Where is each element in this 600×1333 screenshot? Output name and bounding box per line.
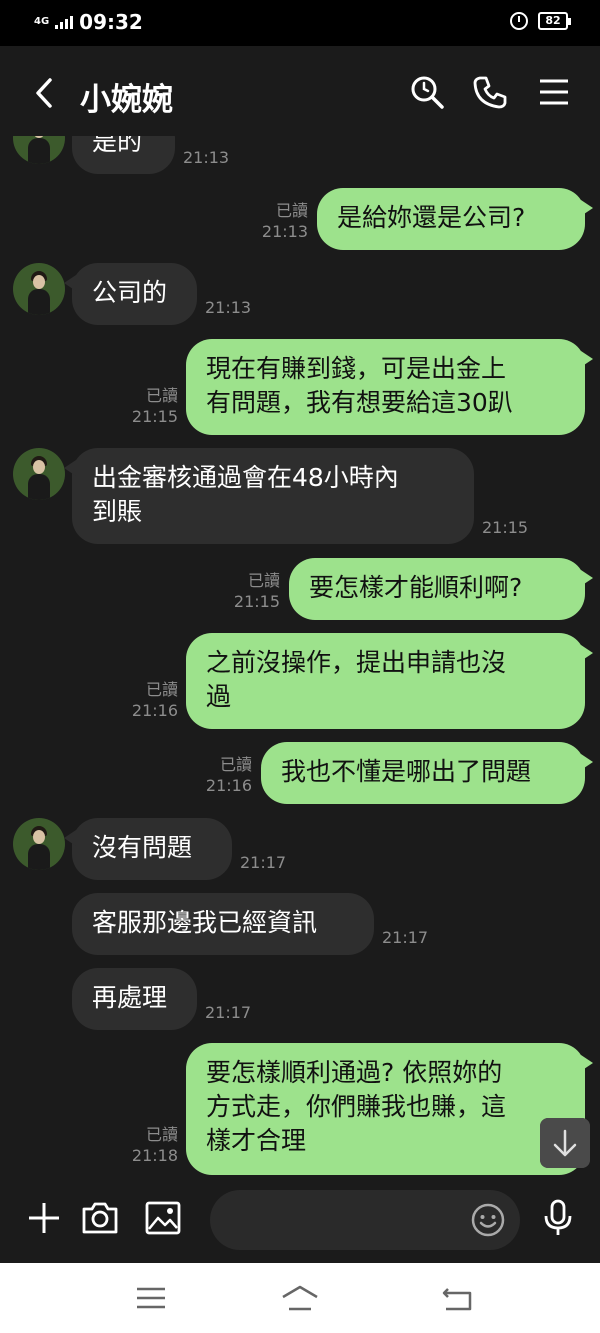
plus-icon[interactable] [24, 1198, 64, 1238]
avatar[interactable] [13, 263, 65, 315]
message-time: 21:17 [382, 928, 429, 947]
status-bar: 4G 09:32 82 [0, 0, 600, 46]
message-text: 現在有賺到錢，可是出金上 有問題，我有想要給這30趴 [206, 354, 513, 417]
message-time: 21:16 [205, 776, 252, 795]
image-icon[interactable] [143, 1198, 183, 1238]
microphone-icon[interactable] [538, 1198, 578, 1238]
read-receipt: 已讀 [145, 386, 178, 405]
message-meta: 已讀 21:15 [128, 385, 178, 427]
message-text: 要怎樣才能順利啊? [309, 573, 523, 602]
message-time: 21:15 [233, 592, 280, 611]
message-bubble-outgoing[interactable]: 要怎樣才能順利啊? [289, 558, 593, 620]
phone-icon[interactable] [470, 72, 510, 112]
chat-screen: 4G 09:32 82 小婉婉 是的 21:13 已讀 21:13 是給妳還是公… [0, 0, 600, 1333]
alarm-icon [510, 12, 528, 30]
message-text: 之前沒操作，提出申請也沒 過 [206, 648, 507, 711]
message-bubble-incoming[interactable]: 是的 [72, 136, 175, 174]
system-nav-bar [0, 1263, 600, 1333]
message-bubble-outgoing[interactable]: 要怎樣順利通過? 依照妳的 方式走，你們賺我也賺，這 樣才合理 [186, 1043, 593, 1175]
message-text: 是的 [92, 136, 143, 156]
message-bubble-incoming[interactable]: 再處理 [72, 968, 197, 1030]
message-text: 出金審核通過會在48小時內 到賬 [92, 463, 399, 526]
avatar[interactable] [13, 818, 65, 870]
message-time: 21:13 [183, 148, 230, 167]
message-bubble-outgoing[interactable]: 是給妳還是公司? [317, 188, 593, 250]
arrow-down-icon[interactable] [540, 1118, 590, 1168]
message-bubble-incoming[interactable]: 公司的 [64, 263, 197, 325]
status-left: 4G 09:32 [34, 10, 143, 34]
read-receipt: 已讀 [247, 571, 280, 590]
message-time: 21:13 [205, 298, 252, 317]
read-receipt: 已讀 [219, 755, 252, 774]
contact-name[interactable]: 小婉婉 [80, 74, 173, 119]
menu-icon[interactable] [534, 72, 574, 112]
read-receipt: 已讀 [145, 680, 178, 699]
message-bubble-incoming[interactable]: 客服那邊我已經資訊 [72, 893, 374, 955]
message-bubble-outgoing[interactable]: 之前沒操作，提出申請也沒 過 [186, 633, 593, 729]
avatar[interactable] [13, 448, 65, 500]
message-text: 客服那邊我已經資訊 [92, 908, 318, 937]
status-time: 09:32 [79, 10, 143, 34]
message-time: 21:15 [131, 407, 178, 426]
search-icon[interactable] [407, 72, 447, 112]
chevron-left-icon[interactable] [30, 76, 60, 110]
message-bubble-outgoing[interactable]: 現在有賺到錢，可是出金上 有問題，我有想要給這30趴 [186, 339, 593, 435]
message-time: 21:15 [482, 518, 529, 537]
message-text: 公司的 [92, 278, 168, 307]
chat-header: 小婉婉 [0, 46, 600, 136]
message-bubble-outgoing[interactable]: 我也不懂是哪出了問題 [261, 742, 593, 804]
network-type: 4G [34, 16, 50, 27]
message-composer [0, 1178, 600, 1263]
message-meta: 已讀 21:18 [128, 1124, 178, 1166]
message-text: 我也不懂是哪出了問題 [281, 757, 532, 786]
message-time: 21:17 [205, 1003, 252, 1022]
message-meta: 已讀 21:15 [230, 570, 280, 612]
message-time: 21:16 [131, 701, 178, 720]
message-time: 21:17 [240, 853, 287, 872]
camera-icon[interactable] [80, 1198, 120, 1238]
message-bubble-incoming[interactable]: 出金審核通過會在48小時內 到賬 [64, 448, 474, 544]
back-icon[interactable] [438, 1283, 478, 1315]
message-time: 21:18 [131, 1146, 178, 1165]
status-right: 82 [510, 12, 571, 30]
menu-icon[interactable] [131, 1283, 171, 1315]
home-icon[interactable] [280, 1283, 320, 1315]
message-meta: 已讀 21:16 [202, 754, 252, 796]
message-meta: 已讀 21:16 [128, 679, 178, 721]
signal-icon [55, 15, 74, 29]
read-receipt: 已讀 [275, 201, 308, 220]
emoji-icon[interactable] [470, 1202, 506, 1238]
message-meta: 已讀 21:13 [258, 200, 308, 242]
message-list[interactable]: 是的 21:13 已讀 21:13 是給妳還是公司? 公司的 21:13 已讀 … [0, 136, 600, 1178]
message-text: 沒有問題 [92, 833, 193, 862]
read-receipt: 已讀 [145, 1125, 178, 1144]
message-text: 是給妳還是公司? [337, 203, 526, 232]
message-text: 再處理 [92, 983, 168, 1012]
battery-icon: 82 [538, 12, 571, 30]
message-time: 21:13 [261, 222, 308, 241]
message-bubble-incoming[interactable]: 沒有問題 [64, 818, 232, 880]
message-text: 要怎樣順利通過? 依照妳的 方式走，你們賺我也賺，這 樣才合理 [206, 1058, 507, 1155]
avatar[interactable] [13, 136, 65, 164]
